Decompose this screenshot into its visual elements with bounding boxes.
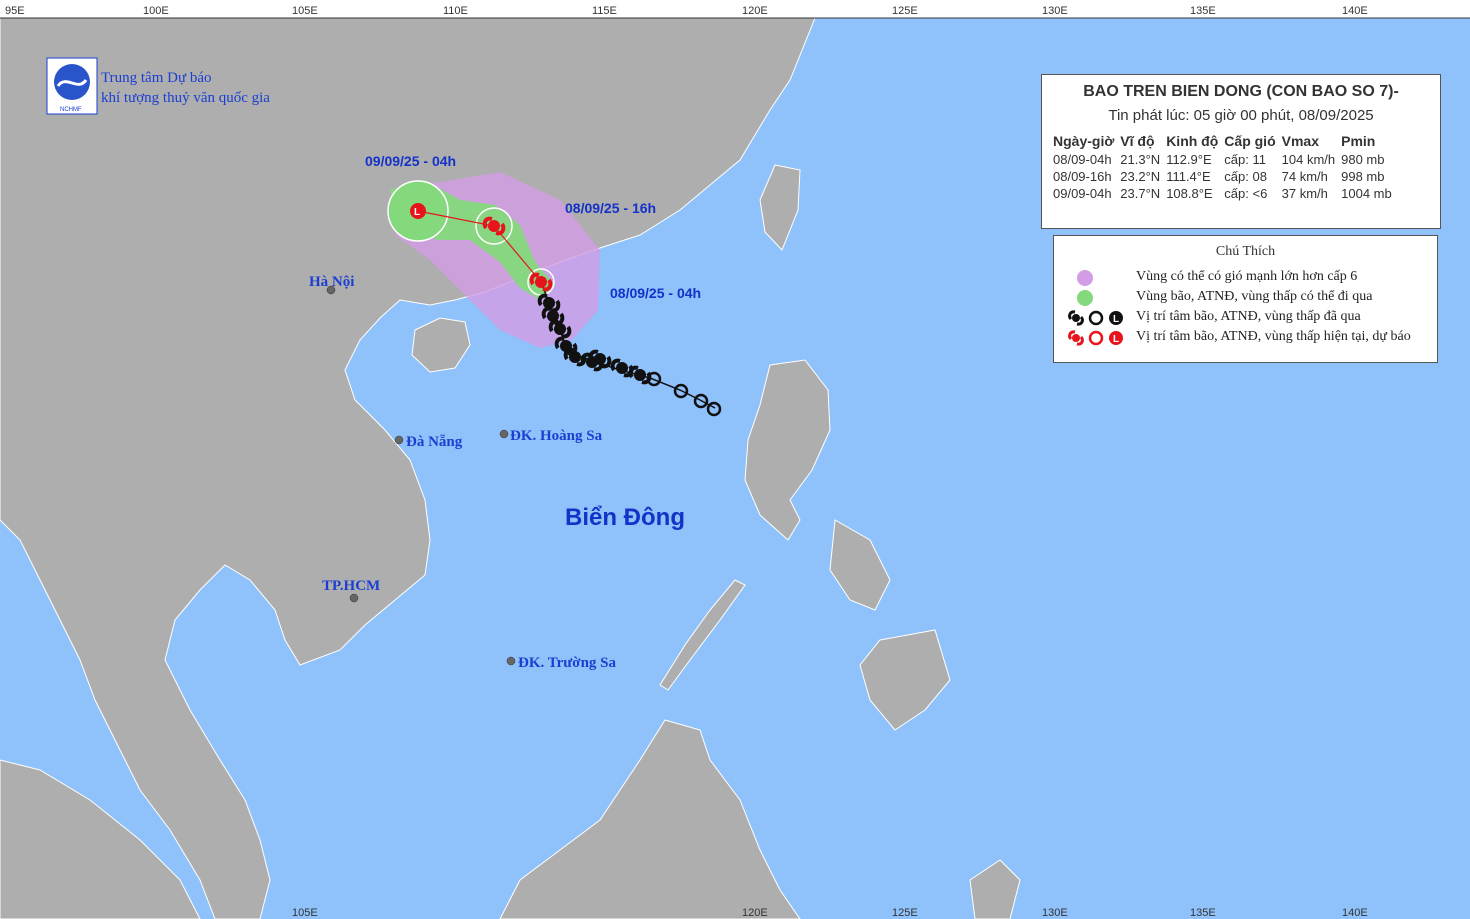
cell: cấp: 11	[1224, 152, 1266, 167]
logo-text: NCHMF	[60, 107, 82, 113]
lon-label: 140E	[1342, 907, 1368, 919]
col-header: Vĩ độ	[1120, 133, 1155, 149]
lon-label: 130E	[1042, 5, 1068, 17]
table-row: 09/09-04h 23.7°N 108.8°E cấp: <6 37 km/h…	[1050, 185, 1395, 202]
cell: 23.2°N	[1120, 169, 1161, 184]
legend-label: Vùng bão, ATNĐ, vùng thấp có thể đi qua	[1136, 289, 1373, 304]
lon-label: 115E	[592, 5, 617, 17]
lon-label: 125E	[892, 5, 918, 17]
legend-label: Vị trí tâm bão, ATNĐ, vùng thấp đã qua	[1136, 309, 1361, 324]
table-row: 08/09-16h 23.2°N 111.4°E cấp: 08 74 km/h…	[1050, 168, 1395, 185]
lon-label: 105E	[292, 907, 318, 919]
place-hoangsa: ĐK. Hoàng Sa	[510, 428, 603, 444]
svg-text:L: L	[1113, 314, 1119, 325]
org-name-line1: Trung tâm Dự báo	[101, 70, 212, 86]
bulletin-title: BAO TREN BIEN DONG (CON BAO SO 7)-	[1083, 83, 1399, 100]
lon-label: 110E	[443, 5, 468, 17]
place-truongsa: ĐK. Trường Sa	[518, 655, 617, 671]
cell: 111.4°E	[1166, 169, 1211, 184]
col-header: Kinh độ	[1166, 133, 1219, 149]
cell: 23.7°N	[1120, 186, 1161, 201]
place-hanoi: Hà Nội	[309, 274, 354, 290]
track-label: 08/09/25 - 16h	[565, 200, 656, 216]
cell: 08/09-04h	[1053, 152, 1112, 167]
cell: 1004 mb	[1341, 186, 1392, 201]
legend-label: Vị trí tâm bão, ATNĐ, vùng thấp hiện tại…	[1136, 329, 1411, 344]
cell: 112.9°E	[1166, 152, 1212, 167]
cell: 37 km/h	[1281, 186, 1328, 201]
cell: 980 mb	[1341, 152, 1385, 167]
lon-label: 120E	[742, 907, 768, 919]
forecast-low-symbol: L	[410, 203, 426, 219]
table-header-row: Ngày-giờ Vĩ độ Kinh độ Cấp gió Vmax Pmin	[1050, 131, 1395, 151]
past-symbols-icon: L	[1068, 310, 1123, 326]
cell: 74 km/h	[1281, 169, 1328, 184]
cell: cấp: <6	[1224, 186, 1268, 201]
cell: 998 mb	[1341, 169, 1385, 184]
cell: 08/09-16h	[1053, 169, 1112, 184]
table-row: 08/09-04h 21.3°N 112.9°E cấp: 11 104 km/…	[1050, 151, 1395, 168]
lon-label: 100E	[143, 5, 169, 17]
track-label: 08/09/25 - 04h	[610, 285, 701, 301]
legend-label: Vùng có thể có gió mạnh lớn hơn cấp 6	[1136, 269, 1358, 284]
issued-time: Tin phát lúc: 05 giờ 00 phút, 08/09/2025	[1108, 107, 1374, 124]
legend-panel: Chú Thích Vùng có thể có gió mạnh lớn hơ…	[1053, 235, 1438, 363]
lon-label: 120E	[742, 5, 768, 17]
lon-label: 105E	[292, 5, 318, 17]
col-header: Vmax	[1281, 133, 1319, 149]
col-header: Pmin	[1341, 133, 1376, 149]
col-header: Cấp gió	[1224, 133, 1276, 149]
cell: 104 km/h	[1281, 152, 1336, 167]
legend-title: Chú Thích	[1215, 244, 1276, 259]
cell: 09/09-04h	[1053, 186, 1112, 201]
lon-label: 125E	[892, 907, 918, 919]
sea-name: Biển Đông	[565, 504, 685, 531]
svg-text:L: L	[414, 207, 420, 218]
cell: 21.3°N	[1120, 152, 1161, 167]
lon-label: 130E	[1042, 907, 1068, 919]
svg-text:L: L	[1113, 334, 1119, 345]
place-danang: Đà Nẵng	[406, 434, 463, 450]
lon-label: 135E	[1190, 5, 1216, 17]
forecast-table: Ngày-giờ Vĩ độ Kinh độ Cấp gió Vmax Pmin…	[1050, 131, 1395, 202]
nchmf-logo: NCHMF	[46, 57, 98, 115]
purple-dot-icon	[1077, 270, 1093, 286]
lon-label: 95E	[5, 5, 25, 17]
lon-label: 140E	[1342, 5, 1368, 17]
current-symbols-icon: L	[1068, 330, 1123, 346]
lon-label: 135E	[1190, 907, 1216, 919]
storm-info-panel: BAO TREN BIEN DONG (CON BAO SO 7)- Tin p…	[1041, 74, 1441, 229]
cell: cấp: 08	[1224, 169, 1267, 184]
org-name-line2: khí tượng thuỷ văn quốc gia	[101, 90, 270, 106]
green-dot-icon	[1077, 290, 1093, 306]
place-hcm: TP.HCM	[322, 578, 380, 594]
cell: 108.8°E	[1166, 186, 1213, 201]
col-header: Ngày-giờ	[1053, 133, 1115, 149]
track-label: 09/09/25 - 04h	[365, 153, 456, 169]
